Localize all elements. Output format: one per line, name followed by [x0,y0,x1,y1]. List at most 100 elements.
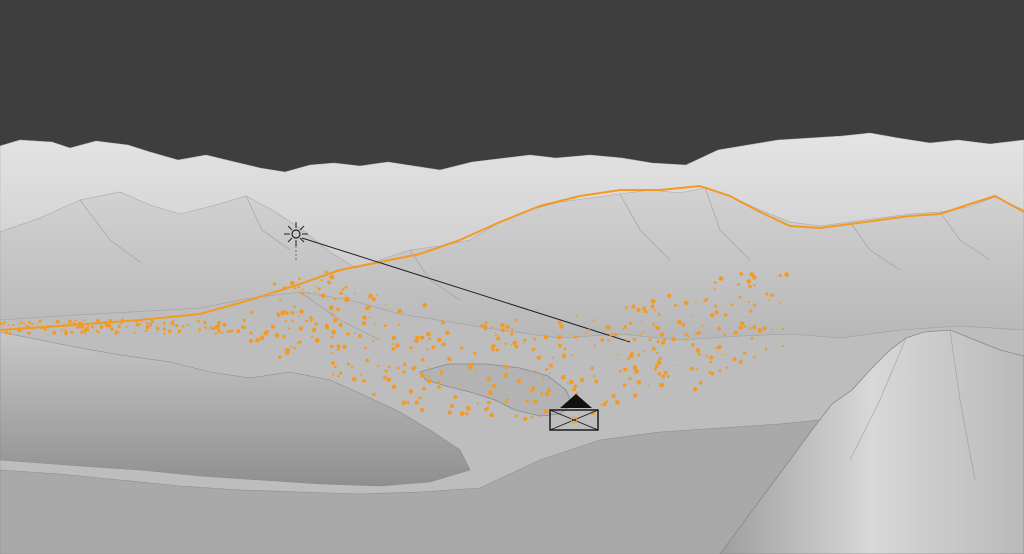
particle-point [666,374,670,378]
particle-point [486,376,491,382]
particle-point [317,287,321,291]
particle-point [338,371,343,375]
particle-point [25,324,28,328]
particle-point [314,338,320,343]
particle-point [332,373,335,376]
particle-point [342,344,347,350]
particle-point [314,322,318,326]
particle-point [628,321,633,325]
particle-point [422,386,426,391]
particle-point [770,293,774,298]
particle-point [512,340,517,346]
particle-point [671,337,676,342]
particle-point [419,335,425,340]
particle-point [365,306,370,311]
particle-point [709,313,715,318]
particle-point [207,328,210,331]
particle-point [510,344,513,347]
particle-point [713,288,717,291]
particle-point [552,356,555,359]
particle-point [654,367,657,371]
particle-point [559,324,564,329]
particle-point [536,355,541,360]
3d-viewport[interactable] [0,0,1024,554]
particle-point [573,384,578,389]
particle-point [781,345,784,347]
particle-point [738,325,744,330]
particle-point [428,337,431,341]
particle-point [64,331,69,336]
particle-point [336,374,340,378]
particle-point [725,366,728,369]
particle-point [625,306,628,309]
particle-point [503,372,508,377]
particle-point [290,310,295,315]
particle-point [476,402,479,405]
particle-point [489,412,495,418]
particle-point [222,322,227,327]
particle-point [8,331,12,335]
particle-point [762,326,767,331]
particle-point [383,375,387,380]
particle-point [441,342,446,347]
particle-point [533,337,536,341]
particle-point [660,382,665,388]
particle-point [331,351,334,354]
particle-point [602,402,607,407]
particle-point [333,317,338,323]
particle-point [162,327,166,331]
particle-point [605,325,611,330]
particle-point [613,332,618,337]
particle-point [673,364,676,367]
particle-point [714,304,718,308]
particle-point [329,376,332,379]
particle-point [133,331,136,334]
particle-point [481,324,485,328]
particle-point [571,354,574,357]
particle-point [704,298,708,302]
particle-point [523,338,527,342]
particle-point [628,377,632,381]
particle-point [487,400,491,405]
particle-point [38,319,42,323]
particle-point [510,332,514,336]
particle-point [82,319,85,322]
particle-point [43,326,47,330]
particle-point [283,286,285,289]
particle-point [441,320,445,325]
particle-point [331,329,336,335]
particle-point [196,319,200,323]
particle-point [738,295,742,299]
particle-point [557,334,562,340]
particle-point [217,329,221,333]
particle-point [465,411,469,416]
particle-point [276,313,281,317]
particle-point [361,320,367,326]
particle-point [427,366,430,369]
particle-point [516,378,522,384]
particle-point [747,300,750,303]
particle-point [529,389,533,393]
particle-point [695,348,701,353]
particle-point [683,300,689,306]
particle-point [534,369,537,373]
particle-point [391,384,397,390]
particle-point [39,325,43,330]
particle-point [622,328,625,331]
particle-point [749,272,755,277]
particle-point [691,342,695,347]
particle-point [494,334,498,337]
particle-point [315,277,318,280]
particle-point [749,309,753,313]
particle-point [155,326,160,331]
particle-point [437,385,441,390]
particle-point [311,327,317,333]
particle-point [547,388,551,392]
particle-point [167,329,172,334]
particle-point [364,346,368,350]
particle-point [230,329,234,333]
particle-point [697,312,700,315]
particle-point [402,362,407,367]
particle-point [653,309,656,312]
viewport-scene[interactable] [0,0,1024,554]
